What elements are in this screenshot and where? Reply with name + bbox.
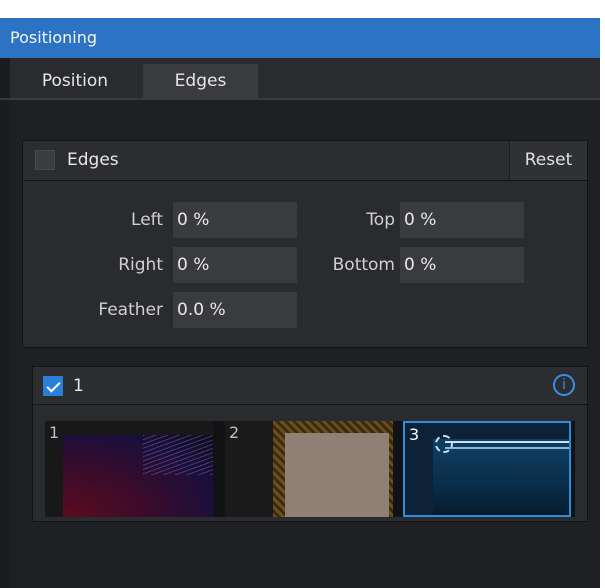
top-border — [0, 0, 605, 18]
thumbnail-2-image — [273, 421, 393, 517]
thumbnail-3-number: 3 — [409, 425, 420, 444]
tab-edges[interactable]: Edges — [143, 64, 258, 98]
feather-input[interactable]: 0.0 % — [173, 292, 297, 328]
edges-enable-checkbox[interactable] — [35, 150, 55, 170]
layer-panel: 1 i 1 2 3 — [32, 366, 588, 522]
thumbnail-3-image — [433, 439, 569, 515]
top-input[interactable]: 0 % — [400, 202, 524, 238]
thumbnail-1-number: 1 — [49, 423, 60, 442]
thumbnail-3-selected[interactable]: 3 — [403, 421, 571, 517]
edges-panel: Edges Reset Left 0 % Right 0 % Feather 0… — [22, 140, 588, 348]
left-input[interactable]: 0 % — [173, 202, 297, 238]
thumbnail-1-image — [63, 435, 213, 517]
right-border — [600, 0, 605, 588]
positioning-window: Positioning Position Edges Edges Reset L… — [0, 0, 605, 588]
right-input[interactable]: 0 % — [173, 247, 297, 283]
thumbnail-2-number: 2 — [229, 423, 240, 442]
feather-label: Feather — [98, 300, 163, 320]
thumbnail-strip: 1 2 3 — [45, 421, 575, 517]
left-label: Left — [131, 210, 163, 230]
layer-enable-checkbox[interactable] — [43, 376, 63, 396]
right-label: Right — [118, 255, 163, 275]
layer-label: 1 — [73, 376, 84, 396]
info-icon[interactable]: i — [553, 374, 575, 396]
reset-button[interactable]: Reset — [509, 141, 587, 180]
edges-enable-label: Edges — [67, 150, 119, 170]
thumbnail-1[interactable]: 1 — [45, 421, 213, 517]
tab-bar: Position Edges — [10, 58, 600, 98]
window-title: Positioning — [0, 18, 600, 58]
layer-panel-header: 1 i — [33, 367, 587, 405]
bottom-label: Bottom — [332, 255, 395, 275]
edges-panel-header: Edges Reset — [23, 141, 587, 181]
tab-position[interactable]: Position — [10, 64, 140, 98]
bottom-input[interactable]: 0 % — [400, 247, 524, 283]
thumbnail-2[interactable]: 2 — [225, 421, 393, 517]
top-label: Top — [366, 210, 395, 230]
